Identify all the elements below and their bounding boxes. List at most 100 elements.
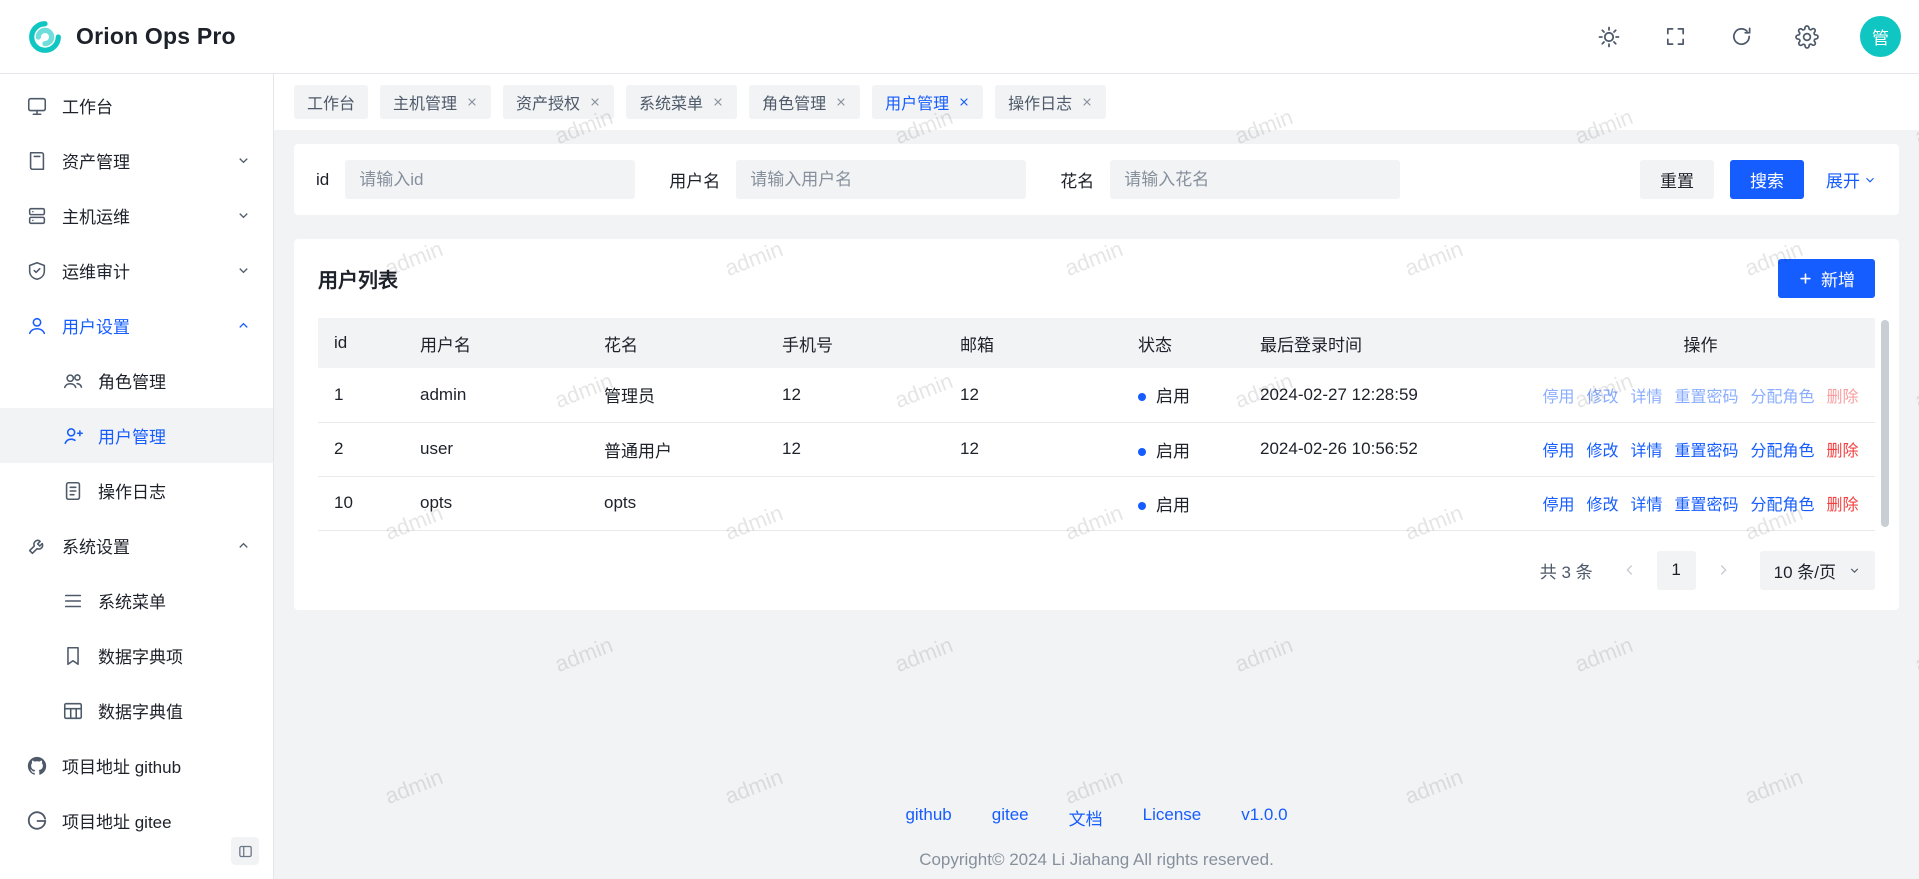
col-email: 邮箱 (944, 318, 1122, 368)
add-user-button[interactable]: 新增 (1778, 259, 1875, 298)
log-file-icon (62, 480, 84, 502)
status-cell: 启用 (1122, 476, 1244, 530)
id-input[interactable] (345, 160, 635, 199)
tab-close-icon[interactable] (589, 96, 601, 108)
field-id: id (316, 160, 635, 199)
next-page-button[interactable] (1706, 553, 1740, 587)
tab-close-icon[interactable] (712, 96, 724, 108)
sidebar-item-system-menu[interactable]: 系统菜单 (0, 573, 273, 628)
theme-toggle-button[interactable] (1596, 24, 1622, 50)
sidebar-item-audit[interactable]: 运维审计 (0, 243, 273, 298)
tab-label: 主机管理 (393, 90, 457, 114)
status-text: 启用 (1156, 442, 1190, 461)
user-avatar[interactable]: 管 (1860, 16, 1901, 57)
tab-host-management[interactable]: 主机管理 (380, 85, 491, 119)
tab-user-management[interactable]: 用户管理 (872, 85, 983, 119)
sidebar-item-assets[interactable]: 资产管理 (0, 133, 273, 188)
action-reset-password[interactable]: 重置密码 (1675, 497, 1739, 514)
sidebar-item-dict-value[interactable]: 数据字典值 (0, 683, 273, 738)
sidebar-item-github[interactable]: 项目地址 github (0, 738, 273, 793)
server-icon (26, 205, 48, 227)
action-assign-role[interactable]: 分配角色 (1751, 497, 1815, 514)
expand-toggle[interactable]: 展开 (1826, 167, 1877, 192)
tab-workbench[interactable]: 工作台 (294, 85, 368, 119)
tab-close-icon[interactable] (1081, 96, 1093, 108)
fullscreen-button[interactable] (1662, 24, 1688, 50)
footer-link-license[interactable]: License (1143, 805, 1202, 830)
cell-last-login (1244, 476, 1526, 530)
col-mobile: 手机号 (766, 318, 944, 368)
action-disable[interactable]: 停用 (1542, 443, 1574, 460)
action-reset-password[interactable]: 重置密码 (1675, 389, 1739, 406)
tab-close-icon[interactable] (466, 96, 478, 108)
tab-system-menu[interactable]: 系统菜单 (626, 85, 737, 119)
username-input[interactable] (736, 160, 1026, 199)
reset-button[interactable]: 重置 (1640, 160, 1714, 199)
tab-label: 用户管理 (885, 90, 949, 114)
action-detail[interactable]: 详情 (1630, 443, 1662, 460)
cell-email: 12 (944, 422, 1122, 476)
nickname-input[interactable] (1110, 160, 1400, 199)
chevron-down-icon (236, 208, 251, 223)
action-edit[interactable]: 修改 (1586, 497, 1618, 514)
sidebar-item-label: 运维审计 (62, 258, 130, 283)
action-delete[interactable]: 删除 (1827, 497, 1859, 514)
table-scrollbar[interactable] (1881, 320, 1889, 527)
tab-bar: 工作台 主机管理 资产授权 系统菜单 角色管理 用户管理 (274, 74, 1919, 130)
cell-id: 10 (318, 476, 404, 530)
sidebar-item-system-settings[interactable]: 系统设置 (0, 518, 273, 573)
cell-id: 1 (318, 368, 404, 422)
action-disable[interactable]: 停用 (1542, 389, 1574, 406)
tab-operation-log[interactable]: 操作日志 (995, 85, 1106, 119)
action-reset-password[interactable]: 重置密码 (1675, 443, 1739, 460)
page-size-select[interactable]: 10 条/页 (1760, 551, 1875, 590)
search-button[interactable]: 搜索 (1730, 160, 1804, 199)
sidebar-item-host-ops[interactable]: 主机运维 (0, 188, 273, 243)
tab-close-icon[interactable] (958, 96, 970, 108)
action-edit[interactable]: 修改 (1586, 443, 1618, 460)
sidebar-item-user-management[interactable]: 用户管理 (0, 408, 273, 463)
chevron-down-icon (236, 263, 251, 278)
tab-role-management[interactable]: 角色管理 (749, 85, 860, 119)
col-last-login: 最后登录时间 (1244, 318, 1526, 368)
page-number[interactable]: 1 (1657, 551, 1696, 590)
action-detail[interactable]: 详情 (1630, 497, 1662, 514)
sidebar-item-dict-key[interactable]: 数据字典项 (0, 628, 273, 683)
sidebar-item-role-management[interactable]: 角色管理 (0, 353, 273, 408)
sidebar-item-workbench[interactable]: 工作台 (0, 78, 273, 133)
action-delete[interactable]: 删除 (1827, 443, 1859, 460)
footer-link-gitee[interactable]: gitee (992, 805, 1029, 830)
user-list-panel: 用户列表 新增 id 用户名 (294, 239, 1899, 610)
footer-link-docs[interactable]: 文档 (1069, 805, 1103, 830)
sidebar-item-user-settings[interactable]: 用户设置 (0, 298, 273, 353)
footer-link-github[interactable]: github (905, 805, 951, 830)
refresh-button[interactable] (1728, 24, 1754, 50)
prev-page-button[interactable] (1613, 553, 1647, 587)
sidebar-collapse-button[interactable] (231, 837, 259, 865)
actions-cell: 停用修改详情重置密码分配角色删除 (1526, 368, 1875, 422)
sidebar-item-operation-log[interactable]: 操作日志 (0, 463, 273, 518)
settings-button[interactable] (1794, 24, 1820, 50)
tab-close-icon[interactable] (835, 96, 847, 108)
cell-id: 2 (318, 422, 404, 476)
table-header-row: id 用户名 花名 手机号 邮箱 状态 最后登录时间 操作 (318, 318, 1875, 368)
tab-label: 工作台 (307, 90, 355, 114)
action-delete[interactable]: 删除 (1827, 389, 1859, 406)
content-area: id 用户名 花名 重置 搜索 (274, 130, 1919, 879)
cell-nickname: 管理员 (588, 368, 766, 422)
cell-username: admin (404, 368, 588, 422)
sidebar-item-label: 角色管理 (98, 368, 166, 393)
action-detail[interactable]: 详情 (1630, 389, 1662, 406)
sidebar-item-label: 项目地址 gitee (62, 808, 172, 833)
tab-asset-authorization[interactable]: 资产授权 (503, 85, 614, 119)
table-row: 10 opts opts 启用 停用修改详情重置密码分配角色删除 (318, 476, 1875, 530)
action-edit[interactable]: 修改 (1586, 389, 1618, 406)
cell-nickname: opts (588, 476, 766, 530)
action-assign-role[interactable]: 分配角色 (1751, 443, 1815, 460)
action-assign-role[interactable]: 分配角色 (1751, 389, 1815, 406)
footer-link-version[interactable]: v1.0.0 (1241, 805, 1287, 830)
action-disable[interactable]: 停用 (1542, 497, 1574, 514)
cell-last-login: 2024-02-26 10:56:52 (1244, 422, 1526, 476)
page-footer: github gitee 文档 License v1.0.0 Copyright… (294, 805, 1899, 870)
col-id: id (318, 318, 404, 368)
